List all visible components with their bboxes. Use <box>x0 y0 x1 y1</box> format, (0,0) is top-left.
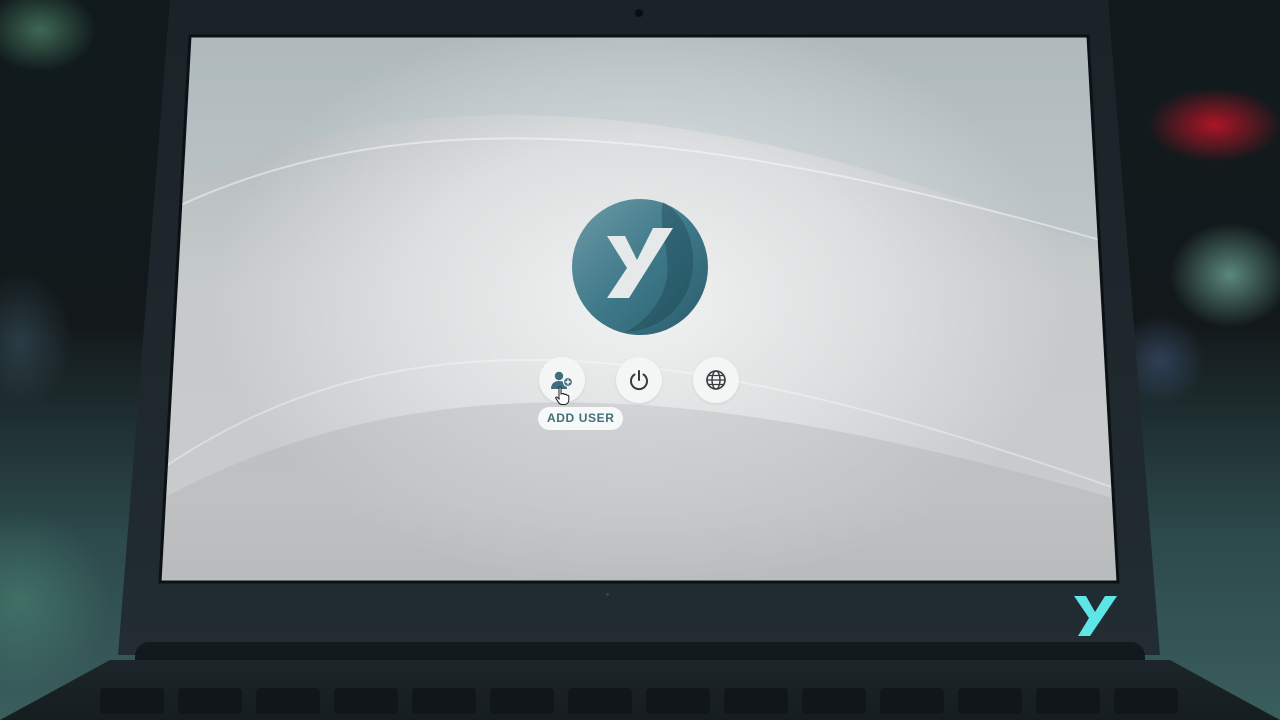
webcam <box>635 9 643 17</box>
keyboard-key <box>178 688 242 714</box>
keyboard-key <box>256 688 320 714</box>
keyboard-key <box>880 688 944 714</box>
keyboard-key <box>1114 688 1178 714</box>
keyboard-key <box>568 688 632 714</box>
keyboard-key <box>490 688 554 714</box>
language-button[interactable] <box>693 357 739 403</box>
y-brand-icon <box>1074 596 1117 636</box>
add-user-tooltip: ADD USER <box>538 407 624 430</box>
hand-cursor-icon <box>555 386 570 405</box>
keyboard-key <box>334 688 398 714</box>
power-button[interactable] <box>616 357 662 403</box>
keyboard-key <box>646 688 710 714</box>
keyboard-key <box>958 688 1022 714</box>
keyboard-key <box>1036 688 1100 714</box>
power-icon <box>630 370 648 391</box>
keyboard-key <box>802 688 866 714</box>
keyboard-key <box>412 688 476 714</box>
keyboard-key <box>724 688 788 714</box>
globe-icon <box>706 370 726 390</box>
y-logo-icon <box>572 199 708 335</box>
keyboard-key <box>100 688 164 714</box>
bezel-sensor <box>606 593 609 596</box>
background-scene: ADD USER <box>0 0 1280 720</box>
